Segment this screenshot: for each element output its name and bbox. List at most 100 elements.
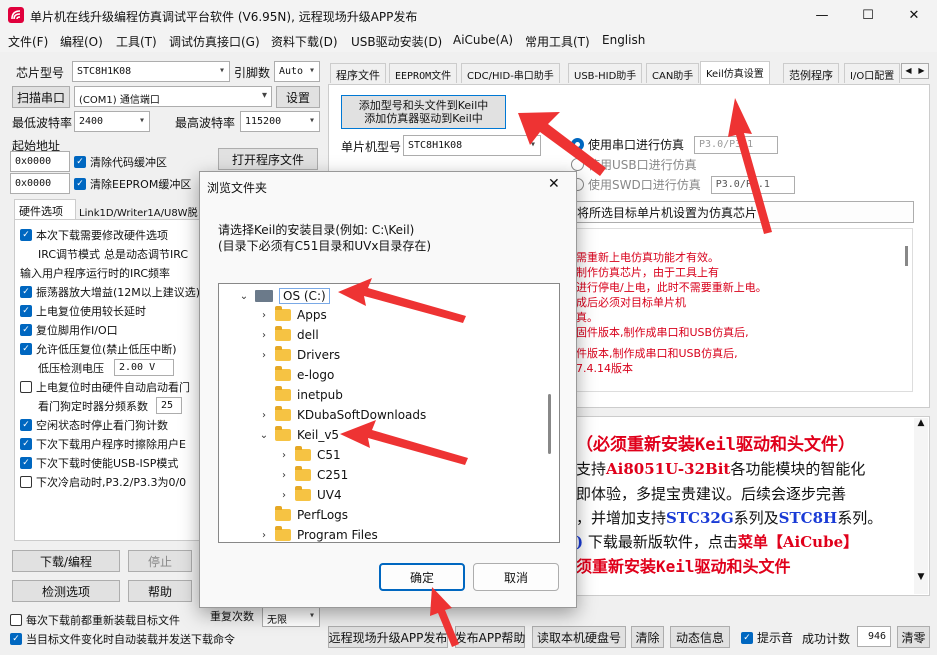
- option-watchdog-prescaler[interactable]: 看门狗定时器分频系数 25: [20, 396, 210, 415]
- info-scrollbar[interactable]: ▲ ▼: [914, 418, 928, 594]
- menu-program[interactable]: 编程(O): [60, 33, 103, 50]
- scan-port-button[interactable]: 扫描串口: [12, 86, 70, 108]
- min-baud-select[interactable]: 2400: [74, 111, 150, 132]
- tab-program-file[interactable]: 程序文件: [330, 63, 386, 83]
- tab-io-config[interactable]: I/O口配置: [844, 63, 900, 83]
- open-program-file-button[interactable]: 打开程序文件: [218, 148, 318, 170]
- option-cold-start[interactable]: 下次冷启动时,P3.2/P3.3为0/0: [20, 472, 210, 491]
- maximize-button[interactable]: ☐: [845, 0, 891, 30]
- lvd-voltage-select[interactable]: 2.00 V: [114, 359, 174, 376]
- chevron-down-icon[interactable]: ⌄: [259, 430, 269, 441]
- tree-item-inetpub[interactable]: inetpub: [259, 385, 343, 405]
- scroll-up-icon[interactable]: ▲: [914, 418, 928, 428]
- tab-link1d[interactable]: Link1D/Writer1A/U8W脱: [76, 201, 204, 219]
- tree-item-apps[interactable]: › Apps: [259, 305, 327, 325]
- remote-upgrade-button[interactable]: 远程现场升级APP发布: [328, 626, 448, 648]
- tree-scrollbar[interactable]: [548, 394, 551, 454]
- minimize-button[interactable]: —: [799, 0, 845, 30]
- port-settings-button[interactable]: 设置: [276, 86, 320, 108]
- download-program-button[interactable]: 下载/编程: [12, 550, 120, 572]
- ok-button[interactable]: 确定: [379, 563, 465, 591]
- tab-keil-settings[interactable]: Keil仿真设置: [700, 61, 770, 85]
- sound-checkbox[interactable]: ✓ 提示音: [741, 628, 793, 647]
- option-low-voltage-reset[interactable]: ✓ 允许低压复位(禁止低压中断): [20, 339, 210, 358]
- option-irc-mode[interactable]: IRC调节模式 总是动态调节IRC: [20, 244, 210, 263]
- port-select[interactable]: (COM1) 通信端口: [74, 86, 272, 107]
- tree-item-e-logo[interactable]: e-logo: [259, 365, 334, 385]
- menu-usb-driver[interactable]: USB驱动安装(D): [351, 33, 442, 50]
- radio-usb-debug[interactable]: 使用USB口进行仿真: [571, 155, 697, 174]
- chevron-right-icon[interactable]: ›: [259, 350, 269, 361]
- tab-eeprom-file[interactable]: EEPROM文件: [389, 63, 458, 83]
- radio-swd-debug[interactable]: 使用SWD口进行仿真 P3.0/P3.1: [571, 175, 795, 194]
- option-hw-watchdog[interactable]: 上电复位时由硬件自动启动看门: [20, 377, 210, 396]
- retry-select[interactable]: 无限: [262, 606, 320, 627]
- menu-english[interactable]: English: [602, 33, 645, 47]
- tab-scroll[interactable]: ◀ ▶: [901, 63, 929, 79]
- option-osc-gain[interactable]: ✓ 振荡器放大增益(12M以上建议选): [20, 282, 210, 301]
- tab-usb-hid[interactable]: USB-HID助手: [568, 63, 643, 83]
- mcu-select[interactable]: STC8H1K08: [403, 135, 541, 156]
- tree-item-c-drive[interactable]: ⌄ OS (C:): [239, 286, 330, 306]
- tree-item-c251[interactable]: › C251: [279, 465, 348, 485]
- menu-downloads[interactable]: 资料下载(D): [271, 33, 338, 50]
- cancel-button[interactable]: 取消: [473, 563, 559, 591]
- check-options-button[interactable]: 检测选项: [12, 580, 120, 602]
- tree-item-dell[interactable]: › dell: [259, 325, 319, 345]
- chevron-right-icon[interactable]: ›: [279, 470, 289, 481]
- menu-file[interactable]: 文件(F): [8, 33, 48, 50]
- watchdog-prescaler-select[interactable]: 25: [156, 397, 182, 414]
- clear-button[interactable]: 清除: [631, 626, 664, 648]
- publish-help-button[interactable]: 发布APP帮助: [455, 626, 525, 648]
- option-usb-isp[interactable]: ✓ 下次下载时使能USB-ISP模式: [20, 453, 210, 472]
- eeprom-address-input[interactable]: 0x0000: [10, 173, 70, 194]
- tree-item-program-files[interactable]: › Program Files: [259, 525, 378, 542]
- menu-aicube[interactable]: AiCube(A): [453, 33, 513, 47]
- clear-eeprom-checkbox[interactable]: ✓ 清除EEPROM缓冲区: [74, 174, 191, 193]
- tree-item-keil-v5[interactable]: ⌄ Keil_v5: [259, 425, 339, 445]
- read-disk-id-button[interactable]: 读取本机硬盘号: [532, 626, 626, 648]
- menu-debug-interface[interactable]: 调试仿真接口(G): [169, 33, 260, 50]
- tree-item-uv4[interactable]: › UV4: [279, 485, 342, 505]
- tree-item-c51[interactable]: › C51: [279, 445, 341, 465]
- add-to-keil-button[interactable]: 添加型号和头文件到Keil中 添加仿真器驱动到Keil中: [341, 95, 506, 129]
- scroll-down-icon[interactable]: ▼: [914, 572, 928, 582]
- dynamic-info-button[interactable]: 动态信息: [670, 626, 730, 648]
- pins-select[interactable]: Auto: [274, 61, 320, 82]
- max-baud-select[interactable]: 115200: [240, 111, 320, 132]
- notes-scrollbar[interactable]: [901, 232, 911, 388]
- scroll-left-icon[interactable]: ◀: [902, 64, 915, 78]
- chevron-down-icon[interactable]: ⌄: [239, 291, 249, 302]
- stop-button[interactable]: 停止: [128, 550, 192, 572]
- option-erase-user-eeprom[interactable]: ✓ 下次下载用户程序时擦除用户E: [20, 434, 210, 453]
- chip-select[interactable]: STC8H1K08: [72, 61, 230, 82]
- dialog-close-button[interactable]: ✕: [548, 176, 560, 192]
- option-reset-pin-io[interactable]: ✓ 复位脚用作I/O口: [20, 320, 210, 339]
- reset-count-button[interactable]: 清零: [897, 626, 930, 648]
- menu-tools[interactable]: 工具(T): [116, 33, 157, 50]
- scroll-right-icon[interactable]: ▶: [915, 64, 928, 78]
- help-button[interactable]: 帮助: [128, 580, 192, 602]
- option-lvd-voltage[interactable]: 低压检测电压 2.00 V: [20, 358, 210, 377]
- option-long-reset-delay[interactable]: ✓ 上电复位使用较长延时: [20, 301, 210, 320]
- code-address-input[interactable]: 0x0000: [10, 151, 70, 172]
- chevron-right-icon[interactable]: ›: [259, 310, 269, 321]
- tree-item-kduba[interactable]: › KDubaSoftDownloads: [259, 405, 426, 425]
- set-target-emulator-button[interactable]: 将所选目标单片机设置为仿真芯片: [560, 201, 914, 223]
- option-modify-hardware[interactable]: ✓ 本次下载需要修改硬件选项: [20, 225, 210, 244]
- tree-item-drivers[interactable]: › Drivers: [259, 345, 340, 365]
- radio-serial-debug[interactable]: 使用串口进行仿真 P3.0/P3.1: [571, 135, 779, 154]
- tree-item-perflogs[interactable]: PerfLogs: [259, 505, 348, 525]
- option-idle-stop-watchdog[interactable]: ✓ 空闲状态时停止看门狗计数: [20, 415, 210, 434]
- tab-cdc-hid[interactable]: CDC/HID-串口助手: [461, 63, 560, 83]
- tab-hardware-options[interactable]: 硬件选项: [14, 199, 76, 219]
- tab-can[interactable]: CAN助手: [646, 63, 700, 83]
- chevron-right-icon[interactable]: ›: [279, 450, 289, 461]
- tab-examples[interactable]: 范例程序: [783, 63, 839, 83]
- chevron-right-icon[interactable]: ›: [259, 410, 269, 421]
- clear-code-checkbox[interactable]: ✓ 清除代码缓冲区: [74, 152, 167, 171]
- reload-before-download-checkbox[interactable]: 每次下载前都重新装载目标文件: [10, 610, 180, 629]
- option-irc-frequency[interactable]: 输入用户程序运行时的IRC频率: [20, 263, 210, 282]
- chevron-right-icon[interactable]: ›: [259, 530, 269, 541]
- menu-common-tools[interactable]: 常用工具(T): [525, 33, 590, 50]
